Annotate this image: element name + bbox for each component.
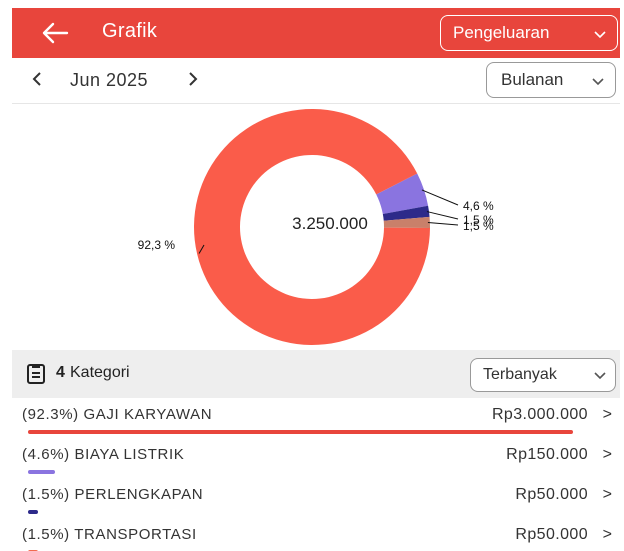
chevron-right-icon: > xyxy=(602,406,612,423)
chevron-right-icon: > xyxy=(602,526,612,543)
chevron-down-icon xyxy=(593,368,607,387)
category-amount: Rp150.000 xyxy=(506,446,588,463)
sort-select[interactable]: Terbanyak xyxy=(470,358,616,392)
chevron-left-icon[interactable] xyxy=(30,70,44,94)
sort-value: Terbanyak xyxy=(483,366,557,383)
category-name: (4.6%) BIAYA LISTRIK xyxy=(22,446,185,463)
page-title: Grafik xyxy=(102,20,158,42)
category-name: (1.5%) TRANSPORTASI xyxy=(22,526,197,543)
category-label: Kategori xyxy=(70,364,130,381)
chevron-right-icon: > xyxy=(602,446,612,463)
document-list-icon xyxy=(26,363,46,390)
category-share-bar xyxy=(28,510,38,514)
category-row[interactable]: (1.5%) TRANSPORTASI Rp50.000 > xyxy=(12,518,620,551)
category-list: (92.3%) GAJI KARYAWAN Rp3.000.000 > (4.6… xyxy=(12,398,620,551)
category-row[interactable]: (4.6%) BIAYA LISTRIK Rp150.000 > xyxy=(12,438,620,478)
category-name: (1.5%) PERLENGKAPAN xyxy=(22,486,204,503)
category-row[interactable]: (92.3%) GAJI KARYAWAN Rp3.000.000 > xyxy=(12,398,620,438)
period-navigator: Jun 2025 Bulanan xyxy=(12,58,620,104)
app-bar: Grafik Pengeluaran xyxy=(12,8,620,58)
chevron-right-icon[interactable] xyxy=(186,70,200,94)
chevron-down-icon xyxy=(591,73,605,93)
donut-chart: 92,3 % 4,6 % 1,5 % 1,5 % 3.250.000 xyxy=(0,104,624,350)
chevron-down-icon xyxy=(593,26,607,46)
slice-label: 4,6 % xyxy=(463,199,494,213)
category-share-bar xyxy=(28,470,55,474)
chevron-right-icon: > xyxy=(602,486,612,503)
current-month: Jun 2025 xyxy=(70,70,149,90)
period-mode-select[interactable]: Bulanan xyxy=(486,62,616,98)
category-row[interactable]: (1.5%) PERLENGKAPAN Rp50.000 > xyxy=(12,478,620,518)
back-arrow-icon[interactable] xyxy=(40,20,70,46)
category-amount: Rp50.000 xyxy=(515,486,588,503)
category-share-bar xyxy=(28,430,573,434)
transaction-type-value: Pengeluaran xyxy=(453,23,550,42)
category-header: 4 Kategori Terbanyak xyxy=(12,350,620,398)
leader-line xyxy=(427,221,459,226)
transaction-type-select[interactable]: Pengeluaran xyxy=(440,15,618,51)
category-count: 4 xyxy=(56,364,65,381)
slice-label: 1,5 % xyxy=(463,219,494,233)
period-mode-value: Bulanan xyxy=(501,70,564,89)
category-name: (92.3%) GAJI KARYAWAN xyxy=(22,406,213,423)
slice-label: 92,3 % xyxy=(138,238,176,252)
chart-center-total: 3.250.000 xyxy=(292,214,368,233)
category-amount: Rp50.000 xyxy=(515,526,588,543)
category-amount: Rp3.000.000 xyxy=(491,406,588,423)
leader-line xyxy=(426,211,459,220)
